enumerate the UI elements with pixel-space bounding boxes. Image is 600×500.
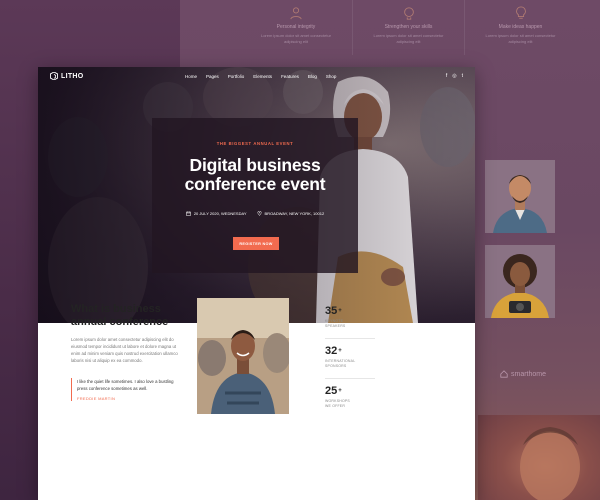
- lightbulb-icon: [515, 6, 526, 19]
- location-pin-icon: [257, 211, 262, 216]
- feature-text: Lorem ipsum dolor sit amet consectetur a…: [260, 33, 332, 44]
- stat-number: 35+: [325, 305, 342, 317]
- stat-label: INTERNATIONAL SPONSORS: [325, 359, 356, 368]
- speaker-card-photo: [485, 245, 555, 318]
- feature-text: Lorem ipsum dolor sit amet consectetur a…: [373, 33, 444, 44]
- feature-title: Make ideas happen: [498, 24, 543, 30]
- feature-make-ideas-happen: Make ideas happen Lorem ipsum dolor sit …: [464, 0, 576, 55]
- speaker-portrait: [485, 160, 555, 233]
- headline-line-1: Digital business: [189, 155, 321, 175]
- partner-logo-smarthome: smarthome: [500, 370, 546, 378]
- menu-item-home[interactable]: Home: [185, 74, 197, 79]
- stat-keynote-speakers: 35+ KEYNOTE SPEAKERS: [325, 300, 375, 339]
- menu-item-blog[interactable]: Blog: [308, 74, 317, 79]
- site-logo[interactable]: LITHO: [50, 72, 84, 80]
- logo-text: LITHO: [61, 72, 84, 80]
- headline-line-2: conference event: [184, 174, 326, 194]
- event-eyebrow: THE BIGGEST ANNUAL EVENT: [216, 141, 294, 146]
- stat-label: WORKSHOPS WE OFFER: [325, 399, 350, 408]
- speaker-card-photo: [485, 160, 555, 233]
- social-links: f ◎ t: [446, 73, 463, 79]
- stat-workshops: 25+ WORKSHOPS WE OFFER: [325, 380, 375, 419]
- register-now-button[interactable]: REGISTER NOW: [233, 237, 279, 250]
- quote-author: FREDDIE MARTIN: [77, 396, 116, 401]
- top-navbar: LITHO Home Pages Portfolio Elements Feat…: [38, 67, 475, 89]
- stats-column: 35+ KEYNOTE SPEAKERS 32+ INTERNATIONAL SPO…: [325, 300, 375, 420]
- conference-attendee-photo: [197, 298, 289, 414]
- about-title-line-2: annual conference: [71, 316, 169, 328]
- calendar-icon: [186, 211, 191, 216]
- event-date-text: 20 JULY 2020, WEDNESDAY: [193, 211, 247, 216]
- mind-icon: [403, 7, 414, 20]
- stat-label: KEYNOTE SPEAKERS: [325, 319, 346, 328]
- stat-number: 25+: [325, 385, 342, 397]
- menu-item-features[interactable]: Features: [281, 74, 299, 79]
- features-strip: Personal integrity Lorem ipsum dolor sit…: [240, 0, 600, 55]
- event-date: 20 JULY 2020, WEDNESDAY: [186, 211, 247, 216]
- event-location: BROADWAY, NEW YORK, 10012: [257, 211, 325, 216]
- twitter-icon[interactable]: t: [462, 73, 463, 79]
- menu-item-portfolio[interactable]: Portfolio: [228, 74, 245, 79]
- feature-personal-integrity: Personal integrity Lorem ipsum dolor sit…: [240, 0, 352, 55]
- partner-logo-text: smarthome: [511, 370, 547, 378]
- feature-text: Lorem ipsum dolor sit amet consectetur a…: [485, 33, 556, 44]
- hero-section: LITHO Home Pages Portfolio Elements Feat…: [38, 67, 475, 323]
- logo-icon: [50, 72, 58, 80]
- about-description: Lorem ipsum dolor amet consectetur adipi…: [71, 337, 178, 363]
- background-portrait-photo: [478, 415, 600, 500]
- feature-strengthen-skills: Strengthen your skills Lorem ipsum dolor…: [352, 0, 464, 55]
- event-location-text: BROADWAY, NEW YORK, 10012: [264, 211, 325, 216]
- stat-number: 32+: [325, 345, 342, 357]
- event-headline: Digital business conference event: [152, 156, 358, 194]
- stat-international-sponsors: 32+ INTERNATIONAL SPONSORS: [325, 340, 375, 379]
- menu-item-elements[interactable]: Elements: [253, 74, 272, 79]
- website-preview: LITHO Home Pages Portfolio Elements Feat…: [38, 67, 475, 500]
- feature-title: Strengthen your skills: [384, 24, 433, 30]
- portrait-illustration: [520, 427, 580, 500]
- quote-text: I like the quiet life sometimes. I also …: [77, 379, 174, 391]
- menu-item-shop[interactable]: Shop: [326, 74, 337, 79]
- facebook-icon[interactable]: f: [446, 73, 447, 79]
- person-icon: [290, 7, 302, 20]
- feature-title: Personal integrity: [276, 24, 316, 30]
- testimonial-quote: I like the quiet life sometimes. I also …: [71, 378, 181, 401]
- instagram-icon[interactable]: ◎: [452, 73, 456, 79]
- event-info-box: THE BIGGEST ANNUAL EVENT Digital busines…: [152, 118, 358, 273]
- home-icon: [500, 370, 508, 378]
- menu-item-pages[interactable]: Pages: [206, 74, 219, 79]
- about-title: What is business annual conference: [71, 303, 168, 329]
- main-menu: Home Pages Portfolio Elements Features B…: [185, 74, 336, 79]
- attendee-illustration: [197, 298, 289, 414]
- event-meta: 20 JULY 2020, WEDNESDAY BROADWAY, NEW YO…: [152, 211, 358, 216]
- speaker-portrait: [485, 245, 555, 318]
- about-title-line-1: What is business: [71, 303, 161, 315]
